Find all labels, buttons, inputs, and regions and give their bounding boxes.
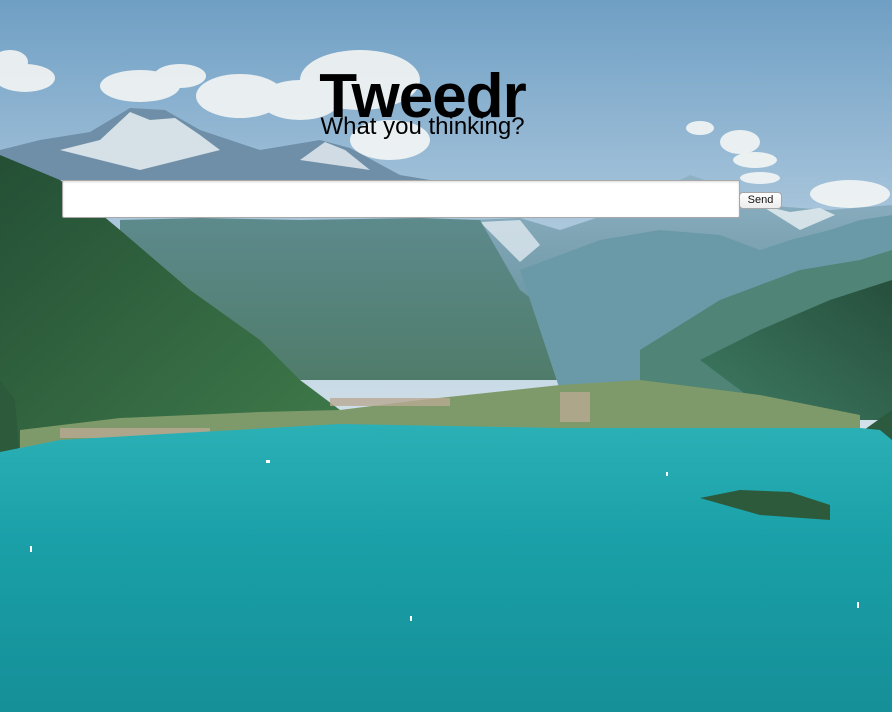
- send-button[interactable]: Send: [739, 192, 782, 209]
- page-subtitle: What you thinking?: [320, 113, 525, 140]
- page: Tweedr What you thinking? Send: [0, 0, 892, 712]
- tweet-compose-input[interactable]: [62, 180, 740, 218]
